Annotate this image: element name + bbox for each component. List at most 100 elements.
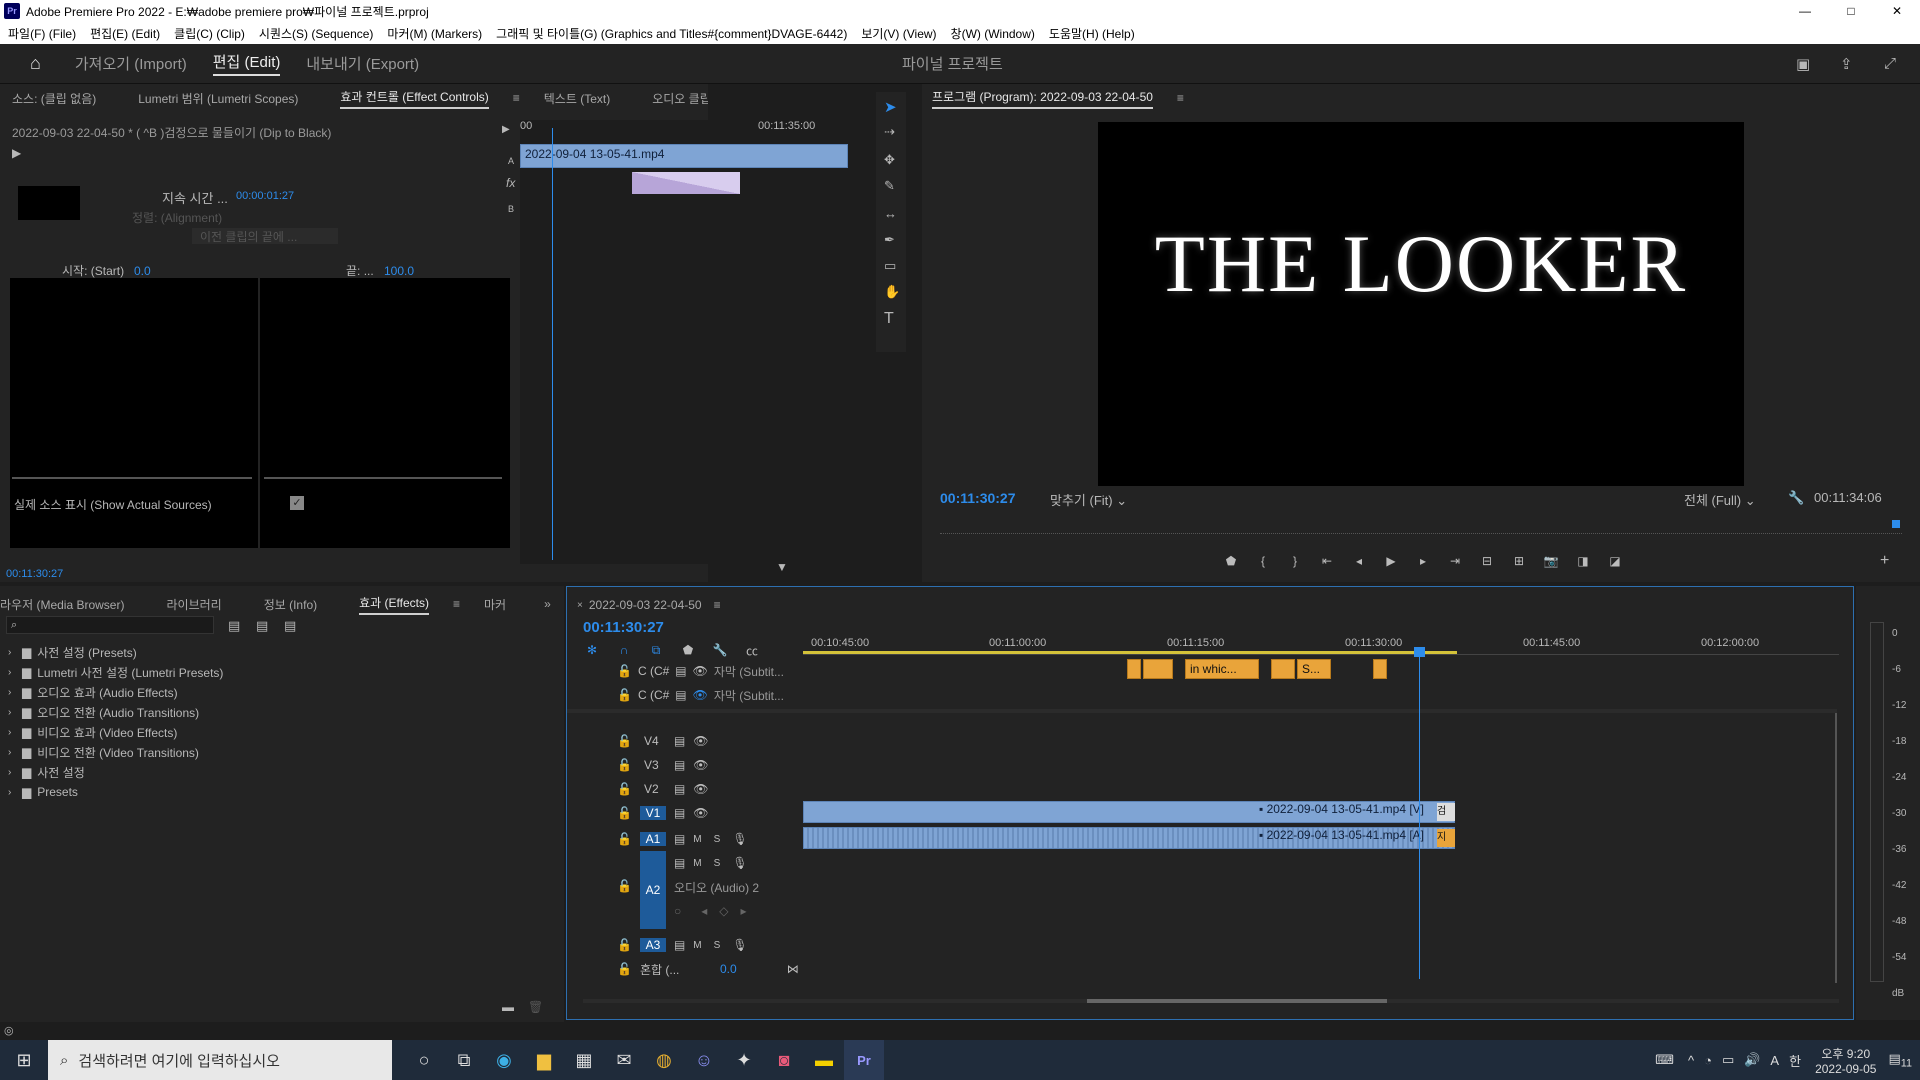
caption-clip[interactable] xyxy=(1271,659,1295,679)
duration-value[interactable]: 00:00:01:27 xyxy=(236,190,294,202)
lock-icon[interactable]: 🔓 xyxy=(617,879,632,893)
v1-clip[interactable]: ▪ 2022-09-04 13-05-41.mp4 [V] xyxy=(803,801,1455,823)
program-playhead[interactable] xyxy=(1892,520,1900,528)
menu-clip[interactable]: 클립(C) (Clip) xyxy=(174,25,245,42)
share-icon[interactable]: ⇪ xyxy=(1840,55,1853,73)
slip-icon[interactable]: ↔ xyxy=(884,206,897,221)
add-button-icon[interactable]: + xyxy=(1880,552,1889,570)
timeline-timecode[interactable]: 00:11:30:27 xyxy=(583,619,664,636)
network-icon[interactable]: ▭ xyxy=(1722,1052,1734,1068)
lock-icon[interactable]: 🔓 xyxy=(617,938,632,952)
close-button[interactable]: ✕ xyxy=(1874,4,1920,18)
hand-icon[interactable]: ✋ xyxy=(884,284,900,300)
timeline-ruler[interactable]: 00:10:45:00 00:11:00:00 00:11:15:00 00:1… xyxy=(803,629,1839,655)
menu-graphics[interactable]: 그래픽 및 타이틀(G) (Graphics and Titles#{comme… xyxy=(496,25,847,42)
clock-time[interactable]: 오후 9:20 xyxy=(1815,1045,1876,1062)
nest-icon[interactable]: ✻ xyxy=(583,641,601,659)
cortana-icon[interactable]: ○ xyxy=(404,1040,444,1080)
v1-transition[interactable]: 검 xyxy=(1437,803,1455,821)
selection-tool-icon[interactable]: ➤ xyxy=(884,98,897,116)
collapse-arrow-icon[interactable]: ▶ xyxy=(502,124,510,135)
end-value[interactable]: 100.0 xyxy=(384,264,414,278)
tree-item-audio-transitions[interactable]: › ▆ 오디오 전환 (Audio Transitions) xyxy=(8,702,548,722)
mark-in-icon[interactable]: { xyxy=(1254,552,1272,570)
tree-item-presets-3[interactable]: › ▆ Presets xyxy=(8,782,548,802)
mini-playhead[interactable] xyxy=(552,128,553,560)
razor-icon[interactable]: ✎ xyxy=(884,178,895,194)
add-keyframe-icon[interactable]: ◇ xyxy=(719,904,728,918)
chrome-icon[interactable]: ◍ xyxy=(644,1040,684,1080)
captions-track-icon[interactable]: ▤ xyxy=(675,688,686,702)
meet-icon[interactable]: ◔ xyxy=(1704,1053,1712,1068)
notification-icon[interactable]: ▤11 xyxy=(1888,1051,1912,1070)
mute-button[interactable]: M xyxy=(693,858,701,869)
captions-icon[interactable]: ㏄ xyxy=(743,641,761,659)
type-icon[interactable]: T xyxy=(884,310,894,328)
effect-timecode[interactable]: 00:11:30:27 xyxy=(6,568,63,580)
file-explorer-icon[interactable]: ▆ xyxy=(524,1040,564,1080)
eye-off-icon[interactable]: 👁 xyxy=(693,688,708,702)
mix-expand-icon[interactable]: ⋈ xyxy=(787,962,799,976)
lock-icon[interactable]: 🔓 xyxy=(617,832,632,846)
tab-edit[interactable]: 편집 (Edit) xyxy=(212,51,281,76)
track-select-icon[interactable]: ⇢ xyxy=(884,124,895,140)
home-icon[interactable]: ⌂ xyxy=(30,53,41,74)
mic-icon[interactable]: 🎙 xyxy=(732,938,747,952)
a1-clip[interactable]: ▪ 2022-09-04 13-05-41.mp4 [A] xyxy=(803,827,1455,849)
prev-keyframe-icon[interactable]: ◂ xyxy=(701,904,707,918)
tab-effects[interactable]: 효과 (Effects) xyxy=(359,594,429,615)
solo-button[interactable]: S xyxy=(714,858,721,869)
add-marker-icon[interactable]: ⬟ xyxy=(1222,552,1240,570)
captions-track-icon[interactable]: ▤ xyxy=(675,664,686,678)
caption-clip[interactable]: in whic... xyxy=(1185,659,1259,679)
clock-date[interactable]: 2022-09-05 xyxy=(1815,1062,1876,1076)
new-folder-icon[interactable]: ▬ xyxy=(502,1000,514,1014)
start-value[interactable]: 0.0 xyxy=(134,264,151,278)
work-area-bar[interactable] xyxy=(803,651,1457,654)
tab-source[interactable]: 소스: (클립 없음) xyxy=(12,90,96,107)
lock-icon[interactable]: 🔓 xyxy=(617,962,632,976)
tab-markers[interactable]: 마커 xyxy=(484,596,506,613)
export-frame-icon[interactable]: 📷 xyxy=(1542,552,1560,570)
program-menu-icon[interactable]: ≡ xyxy=(1177,91,1184,105)
eye-icon[interactable]: 👁 xyxy=(693,758,708,772)
edge-icon[interactable]: ◉ xyxy=(484,1040,524,1080)
play-icon[interactable]: ▶ xyxy=(1382,552,1400,570)
solo-button[interactable]: S xyxy=(714,940,721,951)
menu-file[interactable]: 파일(F) (File) xyxy=(8,25,76,42)
timeline-menu-icon[interactable]: ≡ xyxy=(714,598,721,612)
sync-icon[interactable]: ▤ xyxy=(674,782,685,796)
ime-mode-icon[interactable]: 한 xyxy=(1789,1051,1801,1070)
ripple-edit-icon[interactable]: ✥ xyxy=(884,152,895,168)
tree-item-presets-2[interactable]: › ▆ 사전 설정 xyxy=(8,762,548,782)
timeline-sequence-name[interactable]: 2022-09-03 22-04-50 xyxy=(589,598,702,612)
go-to-out-icon[interactable]: ⇥ xyxy=(1446,552,1464,570)
maximize-button[interactable]: □ xyxy=(1828,4,1874,18)
fullscreen-icon[interactable]: ⤢ xyxy=(1884,55,1896,72)
timeline-playhead[interactable] xyxy=(1419,647,1420,979)
snap-icon[interactable]: ∩ xyxy=(615,641,633,659)
quality-select[interactable]: 전체 (Full) ⌄ xyxy=(1684,490,1756,509)
tab-lumetri-scopes[interactable]: Lumetri 범위 (Lumetri Scopes) xyxy=(138,90,298,107)
tree-item-video-effects[interactable]: › ▆ 비디오 효과 (Video Effects) xyxy=(8,722,548,742)
pen-icon[interactable]: ✒ xyxy=(884,232,895,248)
tab-info[interactable]: 정보 (Info) xyxy=(264,596,317,613)
start-slider[interactable] xyxy=(12,477,252,479)
tab-effect-controls[interactable]: 효과 컨트롤 (Effect Controls) xyxy=(340,88,489,109)
lock-icon[interactable]: 🔓 xyxy=(617,782,632,796)
quick-export-icon[interactable]: ▣ xyxy=(1796,55,1810,73)
solo-button[interactable]: S xyxy=(714,834,721,845)
program-title[interactable]: 프로그램 (Program): 2022-09-03 22-04-50 xyxy=(932,88,1153,109)
keyboard-icon[interactable]: ⌨ xyxy=(1655,1052,1674,1068)
sync-icon[interactable]: ▤ xyxy=(674,832,685,846)
caption-clip[interactable] xyxy=(1127,659,1141,679)
linked-selection-icon[interactable]: ⧉ xyxy=(647,641,665,659)
menu-sequence[interactable]: 시퀀스(S) (Sequence) xyxy=(259,25,374,42)
tab-sequence-close[interactable]: × xyxy=(577,600,583,611)
caption-clip[interactable] xyxy=(1373,659,1387,679)
menu-markers[interactable]: 마커(M) (Markers) xyxy=(387,25,482,42)
menu-window[interactable]: 창(W) (Window) xyxy=(951,25,1035,42)
next-keyframe-icon[interactable]: ▸ xyxy=(740,904,746,918)
camera-app-icon[interactable]: ◙ xyxy=(764,1040,804,1080)
effects-search-input[interactable]: ⌕ xyxy=(6,616,214,634)
